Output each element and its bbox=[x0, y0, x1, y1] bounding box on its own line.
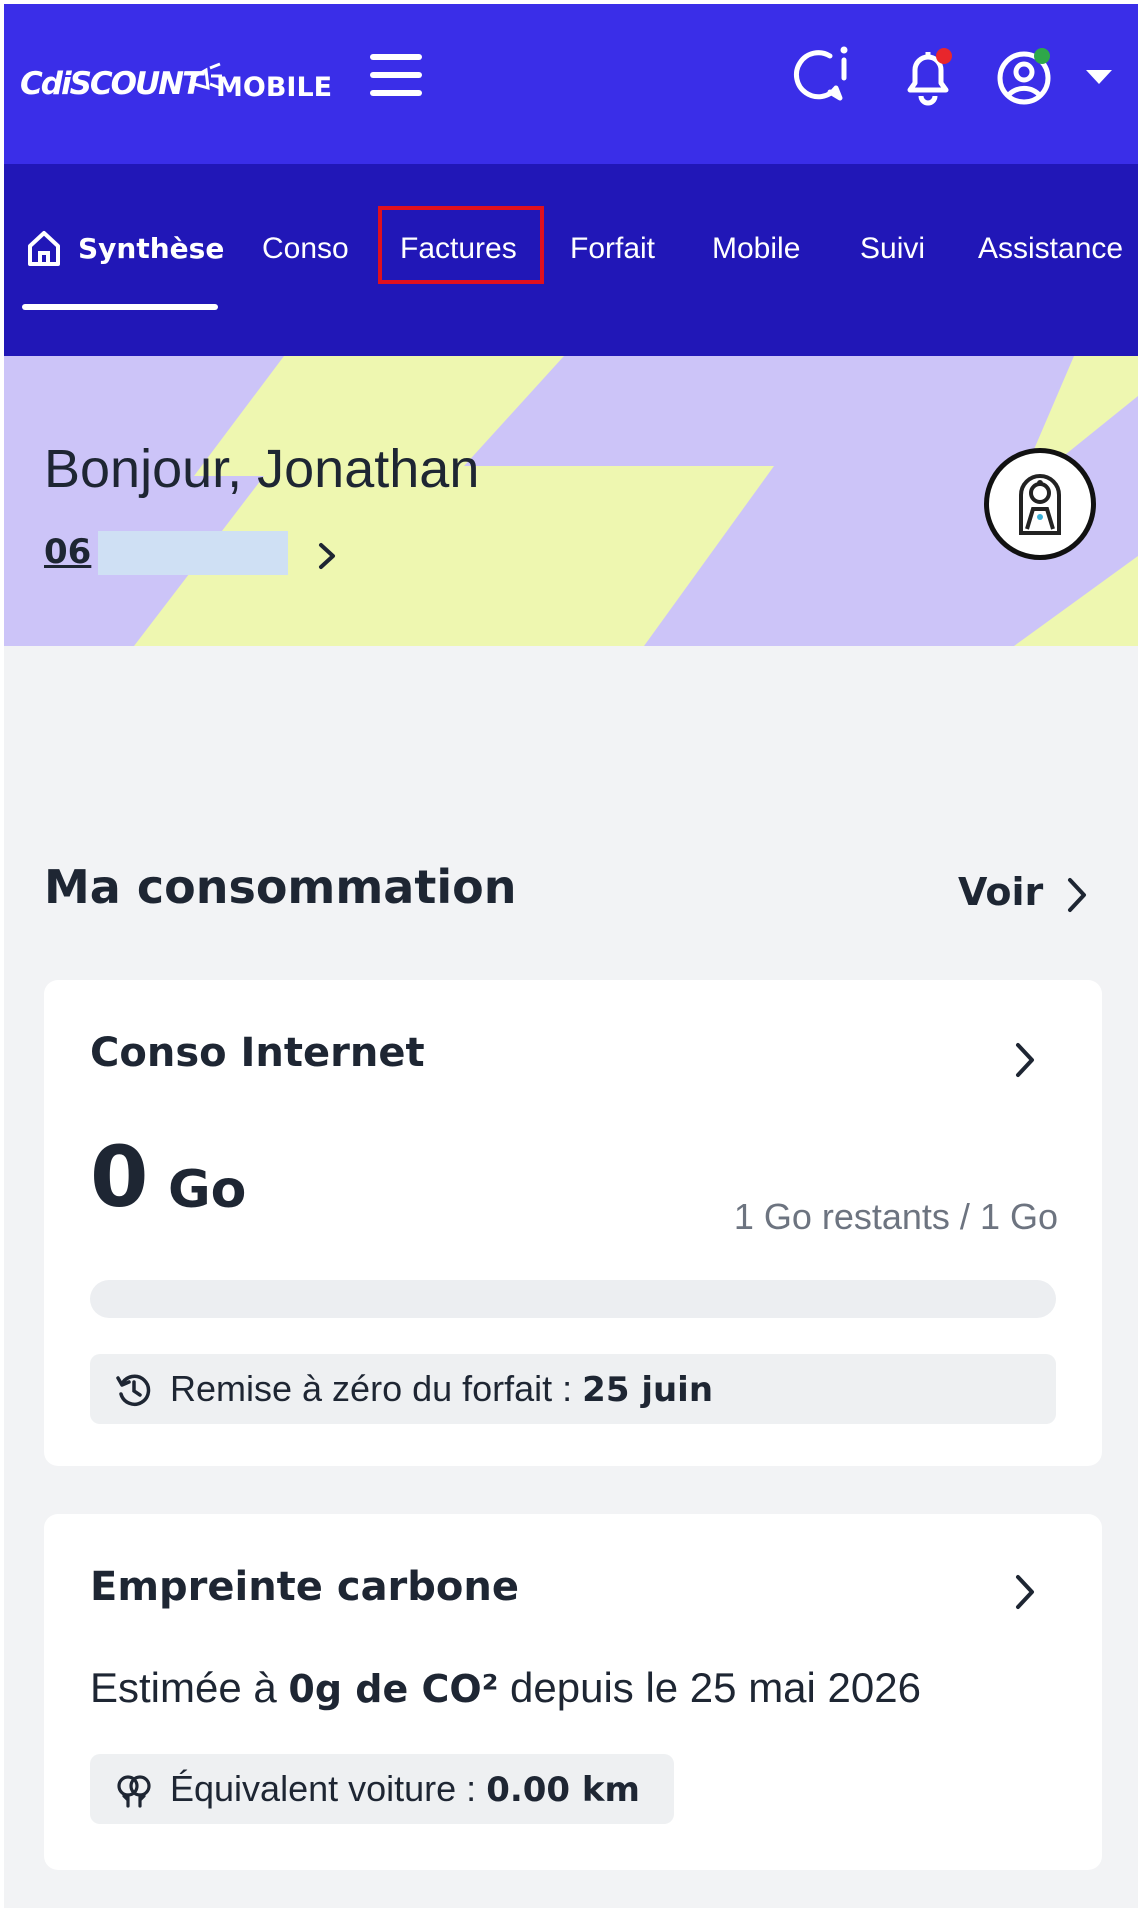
menu-button[interactable] bbox=[366, 52, 424, 98]
greeting-banner bbox=[4, 356, 1138, 646]
chat-icon[interactable] bbox=[790, 44, 854, 108]
tab-assistance[interactable]: Assistance bbox=[978, 224, 1123, 274]
tab-forfait[interactable]: Forfait bbox=[570, 224, 655, 274]
active-tab-indicator bbox=[22, 304, 218, 310]
see-consumption-link[interactable]: Voir bbox=[958, 870, 1043, 914]
tab-suivi[interactable]: Suivi bbox=[860, 224, 925, 274]
tab-conso[interactable]: Conso bbox=[262, 224, 349, 274]
chevron-right-icon[interactable] bbox=[1010, 1570, 1040, 1614]
data-usage-bar bbox=[90, 1280, 1056, 1318]
carbon-estimate: Estimée à 0g de CO² depuis le 25 mai 202… bbox=[90, 1664, 921, 1712]
account-icon[interactable] bbox=[994, 44, 1058, 108]
top-bar: CdiSCOUNT MOBILE bbox=[4, 4, 1138, 164]
car-value: 0.00 km bbox=[486, 1770, 640, 1810]
card-title: Empreinte carbone bbox=[90, 1564, 520, 1610]
car-label: Équivalent voiture : bbox=[170, 1768, 487, 1809]
card-title: Conso Internet bbox=[90, 1030, 425, 1076]
reset-label: Remise à zéro du forfait : bbox=[170, 1368, 583, 1409]
phone-number-link[interactable]: 06 bbox=[44, 532, 91, 572]
banner-pattern bbox=[134, 356, 1138, 646]
phone-number-redaction bbox=[98, 531, 288, 575]
data-used-value: 0 bbox=[90, 1128, 149, 1226]
factures-highlight-box bbox=[378, 206, 544, 284]
greeting-text: Bonjour, Jonathan bbox=[44, 439, 480, 499]
avatar[interactable] bbox=[984, 448, 1096, 560]
data-used-unit: Go bbox=[168, 1160, 247, 1220]
tab-mobile[interactable]: Mobile bbox=[712, 224, 800, 274]
carbon-footprint-card[interactable]: Empreinte carbone Estimée à 0g de CO² de… bbox=[44, 1514, 1102, 1870]
reset-info: Remise à zéro du forfait : 25 juin bbox=[90, 1354, 1056, 1424]
car-equivalent: Équivalent voiture : 0.00 km bbox=[90, 1754, 674, 1824]
notification-dot bbox=[936, 48, 952, 64]
section-title-consumption: Ma consommation bbox=[44, 860, 517, 914]
data-remaining: 1 Go restants / 1 Go bbox=[733, 1196, 1058, 1237]
chevron-right-icon[interactable] bbox=[1010, 1038, 1040, 1082]
estimate-value: 0g de CO² bbox=[288, 1667, 499, 1711]
tree-icon bbox=[117, 1775, 151, 1808]
home-icon bbox=[28, 231, 60, 266]
chevron-right-icon[interactable] bbox=[312, 538, 342, 574]
cdiscount-mobile-logo[interactable]: CdiSCOUNT MOBILE bbox=[20, 56, 345, 106]
tab-bar: Synthèse Conso Factures Forfait Mobile S… bbox=[4, 164, 1138, 356]
svg-text:CdiSCOUNT: CdiSCOUNT bbox=[20, 66, 206, 102]
character-icon bbox=[1019, 474, 1061, 535]
internet-usage-card[interactable]: Conso Internet 0 Go 1 Go restants / 1 Go… bbox=[44, 980, 1102, 1466]
chevron-right-icon[interactable] bbox=[1062, 872, 1092, 918]
app-frame: CdiSCOUNT MOBILE Synthèse Conso Factures… bbox=[4, 4, 1138, 1908]
estimate-prefix: Estimée à bbox=[90, 1664, 289, 1711]
svg-text:MOBILE: MOBILE bbox=[216, 72, 332, 103]
estimate-suffix: depuis le 25 mai 2026 bbox=[498, 1664, 921, 1711]
history-icon bbox=[116, 1374, 151, 1407]
chevron-down-icon[interactable] bbox=[1086, 70, 1112, 84]
reset-date: 25 juin bbox=[582, 1370, 714, 1410]
bell-icon[interactable] bbox=[896, 44, 960, 108]
status-dot bbox=[1034, 48, 1050, 64]
tab-synthese[interactable]: Synthèse bbox=[78, 224, 224, 274]
